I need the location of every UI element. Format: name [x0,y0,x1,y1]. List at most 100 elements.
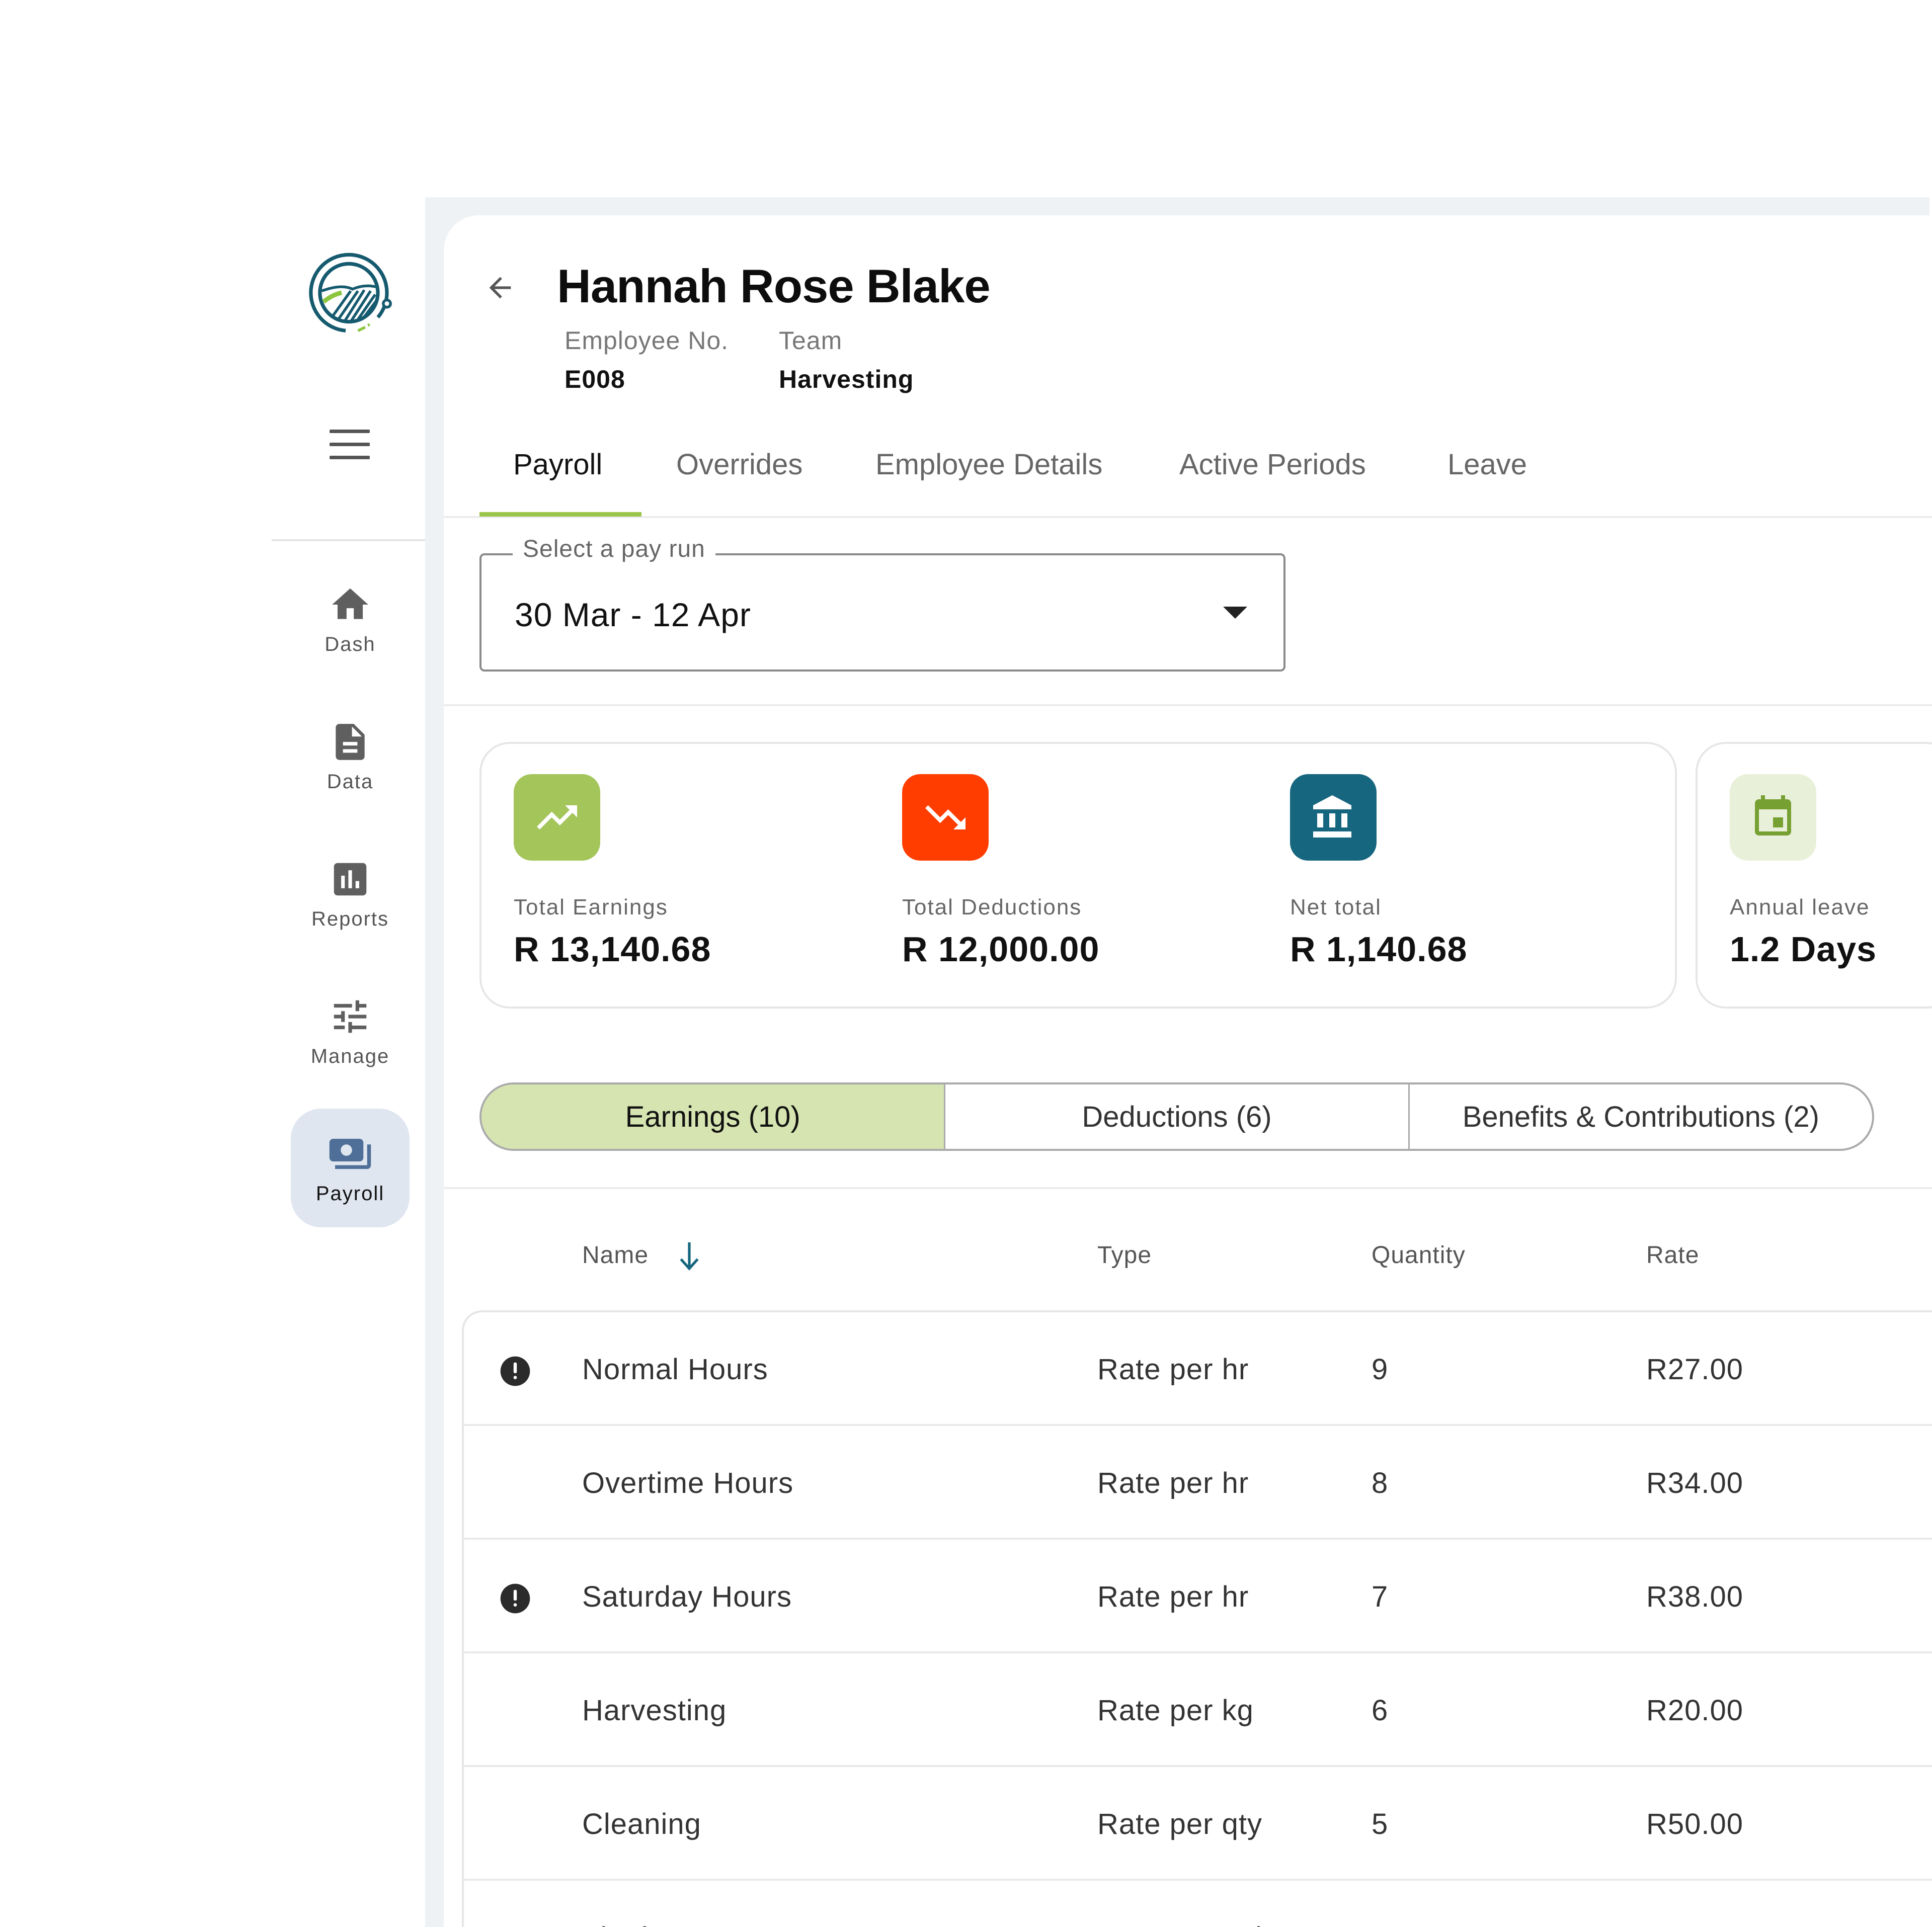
tab-employee-details[interactable]: Employee Details [875,448,1102,481]
pay-item-category-toggle: Earnings (10) Deductions (6) Benefits & … [479,1082,1874,1151]
table-row[interactable]: Cleaning Rate per qty 5 R50.00 [464,1767,1932,1881]
segment-benefits-contributions[interactable]: Benefits & Contributions (2) [1408,1084,1872,1149]
cell-type: Rate per hr [1097,1580,1249,1613]
arrow-left-icon[interactable] [484,272,516,304]
home-icon [328,582,373,627]
sidebar: Dash Data Reports Manage Payroll [272,197,425,1927]
payments-icon [328,1131,373,1177]
sliders-icon [328,994,373,1039]
active-tab-indicator [479,512,641,517]
sidebar-item-reports[interactable]: Reports [291,834,410,953]
column-header-name[interactable]: Name [582,1241,649,1269]
cell-rate: R100.00 [1646,1921,1760,1927]
cell-name: Overtime Hours [582,1467,794,1499]
employee-no-value: E008 [565,365,625,393]
pay-run-label: Select a pay run [513,535,715,563]
employee-tabs: Payroll Overrides Employee Details Activ… [444,438,1932,518]
team-label: Team [779,326,843,355]
sidebar-item-label: Data [327,770,374,793]
cell-quantity: 4 [1372,1921,1388,1927]
cell-type: Rate per qty [1097,1808,1262,1840]
cell-type: Rate per hr [1097,1467,1249,1499]
trending-down-icon [902,774,989,861]
cell-name: Harvesting [582,1694,727,1727]
cell-name: Flat bonus [582,1921,723,1927]
cell-name: Normal Hours [582,1353,768,1386]
cell-rate: R50.00 [1646,1808,1744,1840]
sidebar-item-dash[interactable]: Dash [291,559,410,678]
column-header-rate[interactable]: Rate [1646,1241,1699,1269]
column-header-quantity[interactable]: Quantity [1372,1241,1466,1269]
table-row[interactable]: Normal Hours Rate per hr 9 R27.00 [464,1312,1932,1426]
cell-rate: R34.00 [1646,1467,1744,1499]
tab-payroll[interactable]: Payroll [513,448,602,481]
cell-quantity: 5 [1372,1808,1389,1840]
pay-run-value: 30 Mar - 12 Apr [515,596,751,633]
sidebar-divider [272,539,425,541]
cell-type: Rate per kg [1097,1694,1254,1727]
sidebar-item-label: Reports [311,907,389,930]
hamburger-line [330,443,370,446]
table-row[interactable]: Flat bonus Rate per unit 4 R100.00 [464,1881,1932,1927]
sidebar-item-payroll[interactable]: Payroll [291,1109,410,1227]
stat-value: R 12,000.00 [902,930,1100,969]
sidebar-item-label: Dash [325,633,376,655]
stat-label: Annual leave [1730,895,1870,919]
stat-value: R 13,140.68 [514,930,711,969]
hamburger-line [330,456,370,459]
sort-descending-icon[interactable] [677,1240,702,1272]
menu-toggle-button[interactable] [330,430,370,460]
earnings-table: Normal Hours Rate per hr 9 R27.00 Overti… [462,1310,1932,1927]
stat-net-total: Net total R 1,140.68 [1290,774,1467,969]
pay-run-select[interactable]: Select a pay run 30 Mar - 12 Apr [479,535,1285,672]
app-logo[interactable] [305,247,396,338]
sidebar-item-manage[interactable]: Manage [291,971,410,1090]
tab-leave[interactable]: Leave [1447,448,1527,481]
stat-label: Total Earnings [514,895,668,919]
stat-label: Total Deductions [902,895,1082,919]
cell-rate: R20.00 [1646,1694,1744,1727]
table-row[interactable]: Harvesting Rate per kg 6 R20.00 [464,1653,1932,1767]
tabs-divider [444,516,1932,518]
cell-name: Cleaning [582,1808,701,1840]
table-row[interactable]: Saturday Hours Rate per hr 7 R38.00 [464,1540,1932,1653]
stat-annual-leave: Annual leave 1.2 Days [1730,774,1877,969]
column-header-type[interactable]: Type [1097,1241,1152,1269]
trending-up-icon [514,774,600,861]
stat-total-deductions: Total Deductions R 12,000.00 [902,774,1099,969]
cell-rate: R38.00 [1646,1580,1744,1613]
employee-no-label: Employee No. [565,326,729,355]
cell-type: Rate per hr [1097,1353,1249,1386]
sidebar-item-label: Payroll [315,1182,385,1205]
bank-icon [1290,774,1377,861]
alert-circle-icon[interactable] [499,1355,531,1387]
tab-active-periods[interactable]: Active Periods [1179,448,1366,481]
section-divider [444,1187,1932,1189]
page-title: Hannah Rose Blake [557,260,991,312]
calendar-icon [1730,774,1816,861]
stat-value: 1.2 Days [1730,930,1877,969]
alert-circle-icon[interactable] [499,1582,531,1615]
cell-quantity: 6 [1372,1694,1389,1727]
cell-quantity: 7 [1372,1580,1389,1613]
annual-leave-card: Annual leave 1.2 Days [1696,742,1932,1009]
section-divider [444,704,1932,706]
hamburger-menu-icon [330,430,370,433]
payroll-summary-card: Total Earnings R 13,140.68 Total Deducti… [479,742,1677,1009]
segment-earnings[interactable]: Earnings (10) [481,1084,944,1149]
segment-deductions[interactable]: Deductions (6) [944,1084,1408,1149]
document-icon [328,719,373,765]
cell-quantity: 8 [1372,1467,1389,1499]
caret-down-icon [1223,607,1247,619]
cell-rate: R27.00 [1646,1353,1744,1386]
table-row[interactable]: Overtime Hours Rate per hr 8 R34.00 [464,1426,1932,1540]
tab-overrides[interactable]: Overrides [676,448,802,481]
stat-value: R 1,140.68 [1290,930,1468,969]
sidebar-item-data[interactable]: Data [291,697,410,815]
stat-total-earnings: Total Earnings R 13,140.68 [514,774,711,969]
team-value: Harvesting [779,365,914,393]
cell-quantity: 9 [1372,1353,1389,1386]
stat-label: Net total [1290,895,1382,919]
cell-type: Rate per unit [1097,1921,1271,1927]
cell-name: Saturday Hours [582,1580,792,1613]
